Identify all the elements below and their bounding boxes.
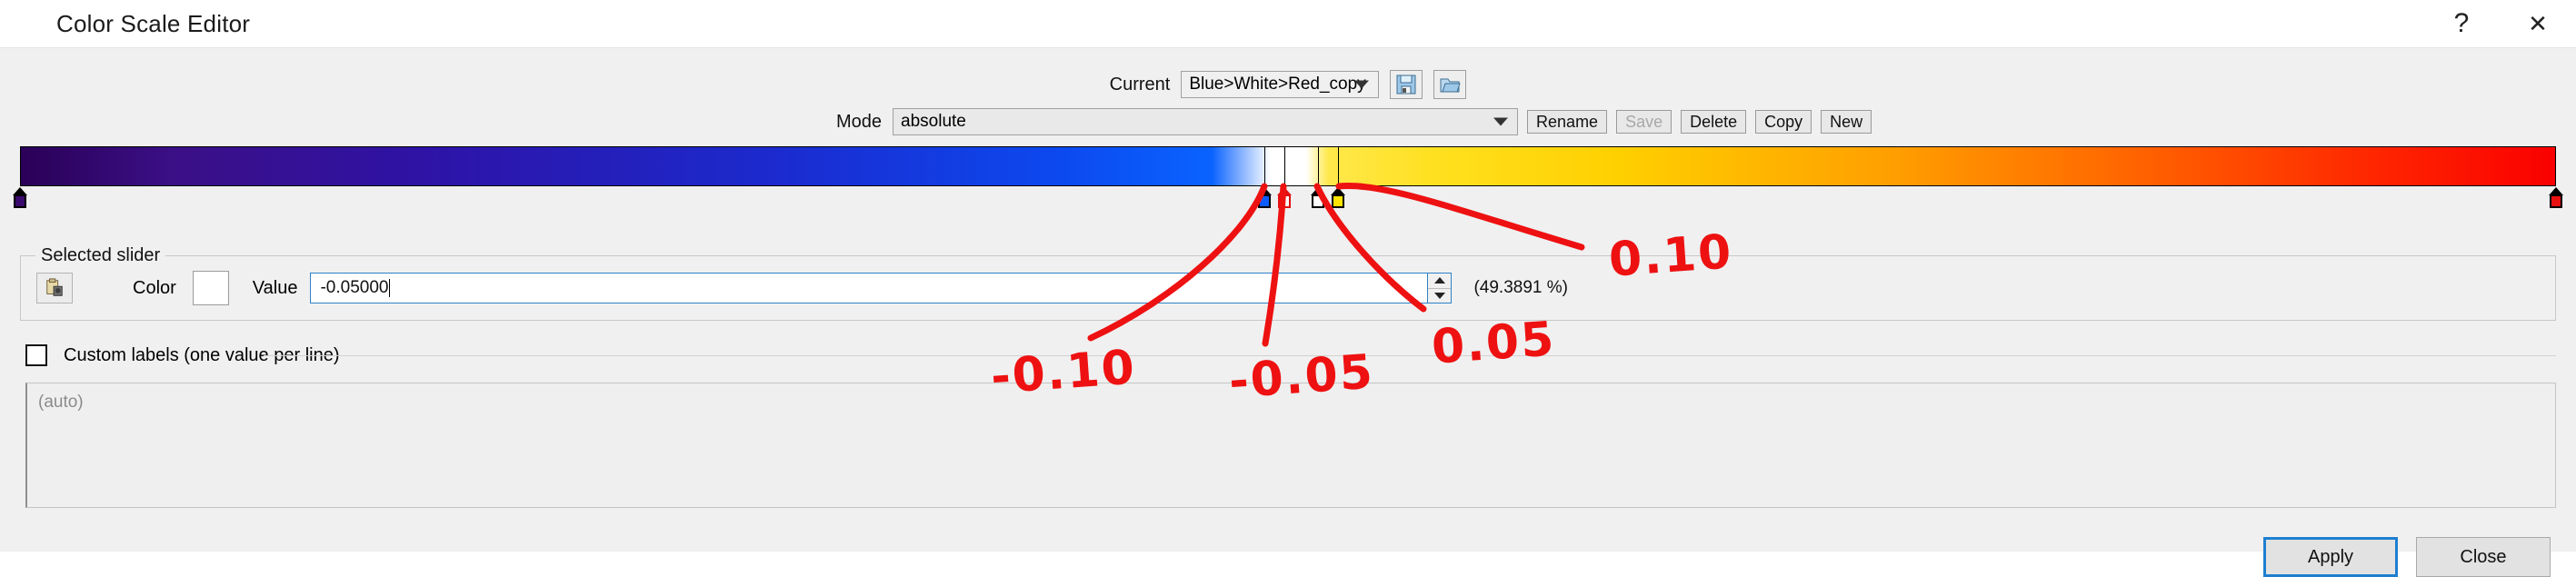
custom-labels-textarea[interactable]: (auto): [25, 383, 2556, 508]
value-input[interactable]: -0.05000: [310, 273, 1429, 303]
handle-max[interactable]: [2549, 187, 2563, 209]
save-preset-button[interactable]: [1390, 70, 1423, 99]
value-label: Value: [252, 277, 298, 298]
value-stepper[interactable]: [1428, 273, 1453, 303]
paste-clipboard-icon: [46, 278, 63, 296]
handle-body: [1332, 194, 1345, 208]
custom-labels-divider: [264, 355, 2556, 356]
handle-body: [1311, 194, 1324, 208]
handle-plus-0-10[interactable]: [1331, 187, 1346, 209]
handle-body: [1278, 194, 1292, 208]
handle-minus-0-10[interactable]: [1257, 187, 1273, 209]
arrow-down-icon: [1433, 292, 1445, 299]
mode-row: Mode absolute Rename Save Delete Copy Ne…: [836, 108, 1872, 135]
handle-body: [1258, 194, 1272, 208]
text-caret: [389, 279, 391, 297]
color-stop-tick: [1284, 146, 1286, 186]
dialog-footer: Apply Close: [2263, 537, 2551, 577]
current-preset-value: Blue>White>Red_copy: [1189, 75, 1366, 94]
open-preset-button[interactable]: [1433, 70, 1467, 99]
handle-minus-0-05[interactable]: [1277, 187, 1293, 209]
close-button[interactable]: Close: [2416, 537, 2551, 577]
new-button[interactable]: New: [1821, 110, 1872, 134]
color-stop-tick: [1264, 146, 1266, 186]
mode-label: Mode: [836, 111, 883, 132]
color-swatch[interactable]: [192, 271, 229, 305]
color-scale-bar[interactable]: [13, 146, 2563, 208]
title-bar: Color Scale Editor ? ✕: [0, 0, 2576, 47]
handle-min[interactable]: [13, 187, 27, 209]
mode-combobox[interactable]: absolute: [893, 108, 1519, 135]
custom-labels-checkbox[interactable]: [25, 344, 47, 366]
value-input-text: -0.05000: [320, 278, 389, 297]
chevron-down-icon: [1493, 117, 1509, 126]
rename-button[interactable]: Rename: [1527, 110, 1608, 134]
value-stepper-down[interactable]: [1428, 289, 1451, 303]
color-gradient[interactable]: [20, 146, 2556, 186]
app-logo-icon: [16, 10, 44, 37]
help-button[interactable]: ?: [2423, 0, 2500, 47]
current-label: Current: [1109, 74, 1171, 95]
dialog-body: Current Blue>White>Red_copy Mode absolut…: [0, 47, 2576, 577]
chevron-down-icon: [1354, 80, 1370, 89]
floppy-save-icon: [1396, 75, 1416, 95]
value-stepper-up[interactable]: [1428, 274, 1452, 289]
color-stop-tick: [1338, 146, 1340, 186]
handle-plus-0-05[interactable]: [1310, 187, 1325, 209]
copy-button[interactable]: Copy: [1755, 110, 1812, 134]
close-icon[interactable]: ✕: [2500, 0, 2576, 47]
handle-body: [14, 194, 26, 208]
color-stop-tick: [1317, 146, 1319, 186]
paste-color-button[interactable]: [36, 273, 73, 303]
apply-button[interactable]: Apply: [2263, 537, 2398, 577]
save-button: Save: [1616, 110, 1672, 134]
folder-open-icon: [1440, 78, 1462, 93]
selected-slider-controls: Color Value -0.05000 (49.3891 %): [20, 263, 2556, 313]
current-preset-combobox[interactable]: Blue>White>Red_copy: [1181, 71, 1380, 98]
delete-button[interactable]: Delete: [1681, 110, 1747, 134]
handle-body: [2550, 194, 2562, 208]
mode-value: absolute: [901, 112, 966, 131]
color-label: Color: [133, 277, 176, 298]
arrow-up-icon: [1433, 277, 1445, 284]
window-title: Color Scale Editor: [56, 9, 251, 37]
current-preset-row: Current Blue>White>Red_copy: [0, 70, 2576, 99]
value-percent: (49.3891 %): [1473, 278, 1568, 297]
